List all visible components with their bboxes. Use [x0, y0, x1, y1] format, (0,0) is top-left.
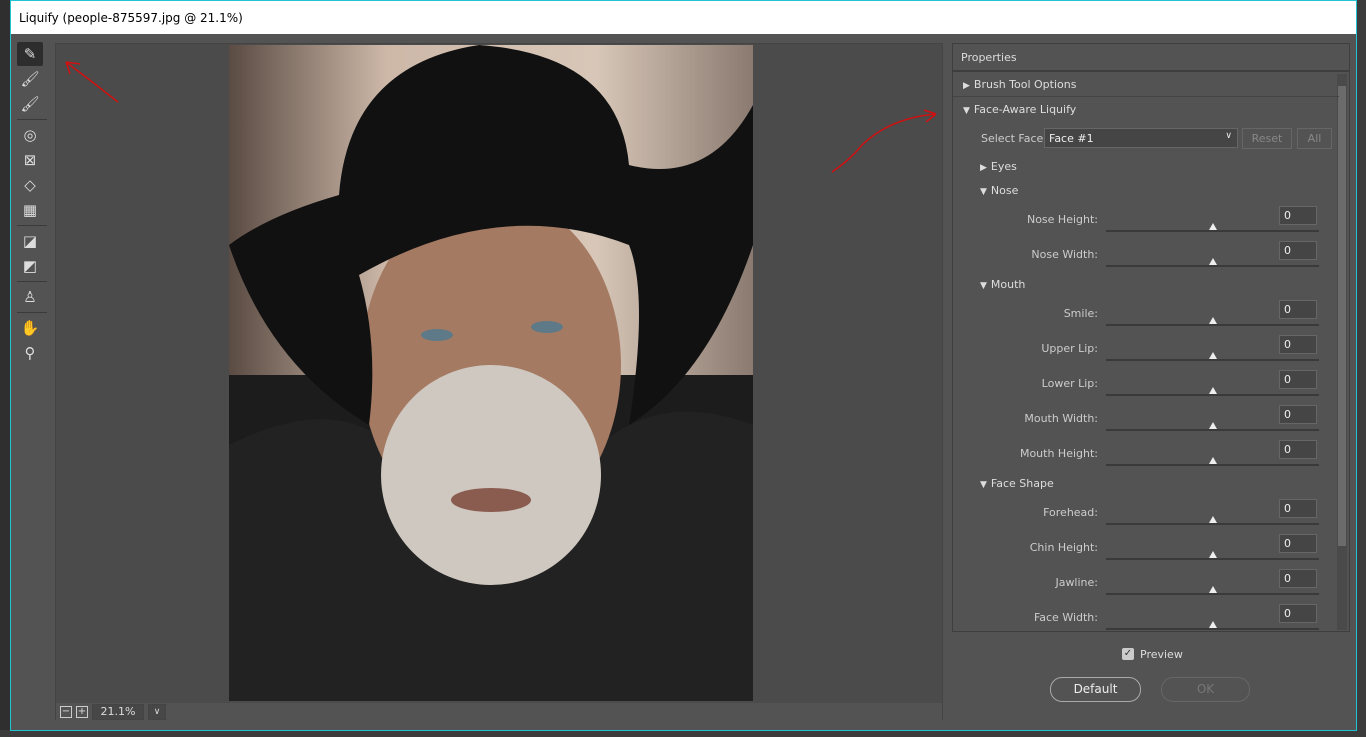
annotation-arrows: [65, 61, 937, 173]
annotation-arrow-panel: [831, 109, 937, 173]
annotation-arrow-tools: [65, 61, 119, 103]
